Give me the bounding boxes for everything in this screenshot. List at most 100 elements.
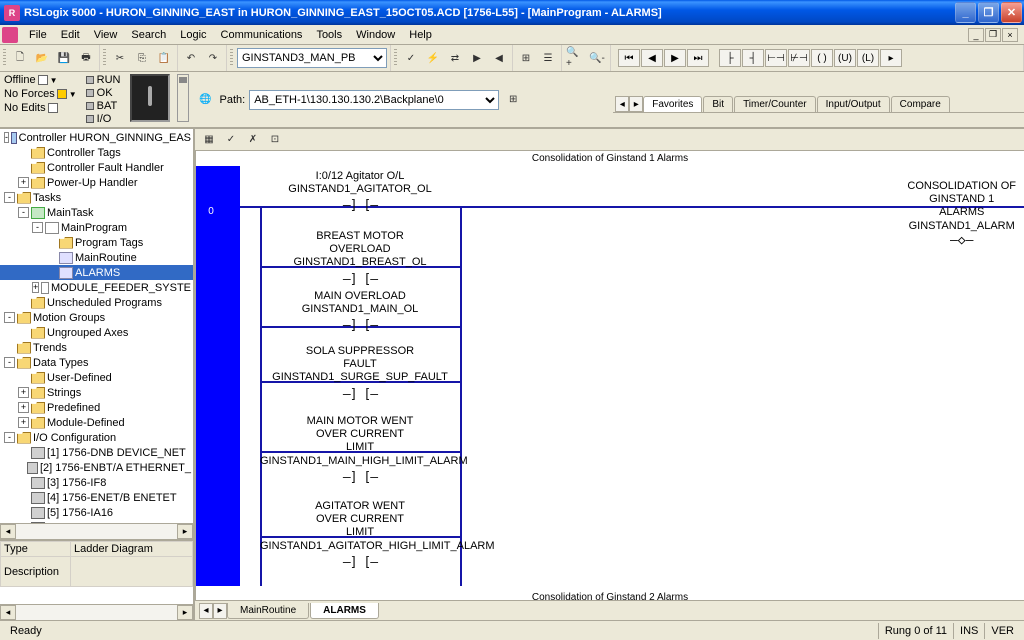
branch-contact[interactable]: MAIN OVERLOADGINSTAND1_MAIN_OL—] [—	[260, 290, 460, 334]
force-on-button[interactable]: ▶	[467, 48, 487, 68]
tree-node[interactable]: Controller Fault Handler	[0, 160, 193, 175]
open-button[interactable]: 📂	[32, 48, 52, 68]
tree-node[interactable]: +Predefined	[0, 400, 193, 415]
tab-timercounter[interactable]: Timer/Counter	[734, 96, 816, 112]
nav-prev-button[interactable]: ◀	[641, 49, 663, 67]
tree-node[interactable]: +Strings	[0, 385, 193, 400]
tree-node[interactable]: -Data Types	[0, 355, 193, 370]
ote-button[interactable]: ( )	[811, 49, 833, 67]
prop-desc-value[interactable]	[71, 557, 193, 587]
branch-contact[interactable]: I:0/12 Agitator O/LGINSTAND1_AGITATOR_OL…	[260, 170, 460, 214]
tree-expander[interactable]: +	[32, 282, 39, 293]
tree-expander[interactable]: +	[18, 402, 29, 413]
tree-node[interactable]: Program Tags	[0, 235, 193, 250]
tree-node[interactable]: User-Defined	[0, 370, 193, 385]
tree-node[interactable]: Ungrouped Axes	[0, 325, 193, 340]
menu-tools[interactable]: Tools	[309, 27, 349, 43]
menu-view[interactable]: View	[87, 27, 125, 43]
copy-button[interactable]: ⎘	[132, 48, 152, 68]
close-button[interactable]: ✕	[1001, 2, 1022, 23]
tree-node[interactable]: [1] 1756-DNB DEVICE_NET	[0, 445, 193, 460]
xic-button[interactable]: ⊢⊣	[765, 49, 787, 67]
tree-node[interactable]: -Tasks	[0, 190, 193, 205]
tree-node[interactable]: +Power-Up Handler	[0, 175, 193, 190]
cut-button[interactable]: ✂	[110, 48, 130, 68]
menu-window[interactable]: Window	[349, 27, 402, 43]
rtab-scroll-left[interactable]: ◂	[199, 603, 213, 619]
verify-button[interactable]: ✓	[401, 48, 421, 68]
menu-file[interactable]: File	[22, 27, 54, 43]
accept-edits-button[interactable]: ✓	[221, 130, 241, 150]
output-coil[interactable]: CONSOLIDATION OF GINSTAND 1 ALARMS GINST…	[907, 180, 1016, 248]
tree-expander[interactable]: -	[18, 207, 29, 218]
tree-node[interactable]: -MainTask	[0, 205, 193, 220]
tab-scroll-left[interactable]: ◂	[615, 96, 629, 112]
menu-edit[interactable]: Edit	[54, 27, 87, 43]
tree-node[interactable]: Unscheduled Programs	[0, 295, 193, 310]
tree-node[interactable]: ALARMS	[0, 265, 193, 280]
mode-slider[interactable]	[177, 74, 189, 122]
paste-button[interactable]: 📋	[154, 48, 174, 68]
tree-node[interactable]: -Motion Groups	[0, 310, 193, 325]
routine-combo[interactable]: GINSTAND3_MAN_PB	[237, 48, 387, 68]
rung-level-button[interactable]: ┤	[742, 49, 764, 67]
routine-tab-mainroutine[interactable]: MainRoutine	[227, 603, 309, 619]
go-online-button[interactable]: ⚡	[423, 48, 443, 68]
zoom-in-button[interactable]: 🔍+	[565, 48, 585, 68]
otu-button[interactable]: (U)	[834, 49, 856, 67]
tree-expander[interactable]: -	[4, 192, 15, 203]
force-off-button[interactable]: ◀	[489, 48, 509, 68]
menu-help[interactable]: Help	[402, 27, 439, 43]
xio-button[interactable]: ⊬⊣	[788, 49, 810, 67]
nav-first-button[interactable]: ⏮	[618, 49, 640, 67]
zoom-out-button[interactable]: 🔍-	[587, 48, 607, 68]
tab-favorites[interactable]: Favorites	[643, 96, 702, 112]
mdi-close-button[interactable]: ×	[1002, 28, 1018, 42]
tree-expander[interactable]: -	[4, 312, 15, 323]
pane-hscroll[interactable]: ◂▸	[0, 604, 193, 620]
tree-node[interactable]: -Controller HURON_GINNING_EAS	[0, 130, 193, 145]
menu-search[interactable]: Search	[124, 27, 173, 43]
project-tree[interactable]: -Controller HURON_GINNING_EAS Controller …	[0, 129, 193, 523]
tree-expander[interactable]: -	[32, 222, 43, 233]
tab-compare[interactable]: Compare	[891, 96, 950, 112]
otl-button[interactable]: (L)	[857, 49, 879, 67]
tree-node[interactable]: -MainProgram	[0, 220, 193, 235]
branch-contact[interactable]: AGITATOR WENTOVER CURRENTLIMITGINSTAND1_…	[260, 500, 460, 570]
branch-contact[interactable]: SOLA SUPPRESSORFAULTGINSTAND1_SURGE_SUP_…	[260, 345, 460, 402]
minimize-button[interactable]: _	[955, 2, 976, 23]
tree-node[interactable]: MainRoutine	[0, 250, 193, 265]
branch-contact[interactable]: BREAST MOTOROVERLOADGINSTAND1_BREAST_OL—…	[260, 230, 460, 287]
toggle-button[interactable]: ⇄	[445, 48, 465, 68]
branch-contact[interactable]: MAIN MOTOR WENTOVER CURRENTLIMITGINSTAND…	[260, 415, 460, 485]
tree-hscroll[interactable]: ◂▸	[0, 523, 193, 539]
tree-node[interactable]: [4] 1756-ENET/B ENETET	[0, 490, 193, 505]
new-button[interactable]: 🗋	[10, 48, 30, 68]
tab-bit[interactable]: Bit	[703, 96, 733, 112]
tree-node[interactable]: Trends	[0, 340, 193, 355]
rtab-scroll-right[interactable]: ▸	[213, 603, 227, 619]
tree-expander[interactable]: +	[18, 417, 29, 428]
assemble-button[interactable]: ⊡	[265, 130, 285, 150]
tree-node[interactable]: [5] 1756-IA16	[0, 505, 193, 520]
save-button[interactable]: 💾	[54, 48, 74, 68]
mdi-minimize-button[interactable]: _	[968, 28, 984, 42]
tree-node[interactable]: -I/O Configuration	[0, 430, 193, 445]
nav-last-button[interactable]: ⏭	[687, 49, 709, 67]
path-combo[interactable]: AB_ETH-1\130.130.130.2\Backplane\0	[249, 90, 499, 110]
properties-button[interactable]: ☰	[538, 48, 558, 68]
tree-expander[interactable]: +	[18, 177, 29, 188]
undo-button[interactable]: ↶	[181, 48, 201, 68]
mdi-restore-button[interactable]: ❐	[985, 28, 1001, 42]
tree-expander[interactable]: -	[4, 132, 9, 143]
print-button[interactable]: 🖶	[76, 48, 96, 68]
tree-expander[interactable]: -	[4, 357, 15, 368]
nav-next-button[interactable]: ▶	[664, 49, 686, 67]
maximize-button[interactable]: ❐	[978, 2, 999, 23]
tree-node[interactable]: +Module-Defined	[0, 415, 193, 430]
tab-inputoutput[interactable]: Input/Output	[817, 96, 890, 112]
who-active-button[interactable]: 🌐	[196, 90, 216, 110]
redo-button[interactable]: ↷	[203, 48, 223, 68]
rung-number[interactable]: 0	[196, 166, 226, 586]
rung-branch-button[interactable]: ├	[719, 49, 741, 67]
